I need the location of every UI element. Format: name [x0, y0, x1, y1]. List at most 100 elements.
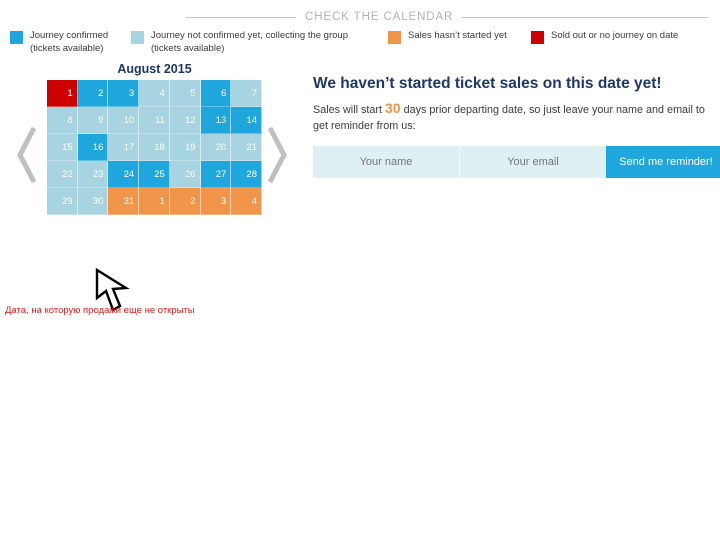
calendar-day-number: 11 — [154, 114, 165, 126]
header-rule-right — [462, 16, 708, 18]
legend-item-sold-out: Sold out or no journey on date — [531, 30, 678, 44]
reminder-panel: We haven’t started ticket sales on this … — [313, 74, 720, 178]
calendar-day-number: 2 — [190, 195, 196, 207]
calendar-day-cell[interactable]: 27 — [200, 161, 232, 188]
calendar-day-cell[interactable]: 18 — [139, 134, 170, 161]
legend-label-confirmed: Journey confirmed (tickets available) — [30, 30, 109, 54]
calendar-day-cell[interactable]: 16 — [77, 134, 109, 161]
calendar-day-cell[interactable]: 4 — [139, 80, 170, 107]
calendar-day-cell[interactable]: 25 — [139, 161, 170, 188]
panel-days-number: 30 — [385, 100, 401, 116]
legend-swatch-not-confirmed — [131, 31, 144, 44]
calendar-day-number: 7 — [251, 87, 257, 99]
legend: Journey confirmed (tickets available) Jo… — [0, 28, 720, 56]
legend-swatch-sales-not-started — [388, 31, 401, 44]
send-reminder-button[interactable]: Send me reminder! — [606, 146, 720, 178]
calendar-day-cell[interactable]: 26 — [169, 161, 201, 188]
calendar-month-title: August 2015 — [117, 62, 192, 76]
calendar-day-cell[interactable]: 14 — [231, 107, 262, 134]
calendar-day-cell[interactable]: 24 — [108, 161, 140, 188]
calendar-day-number: 31 — [123, 195, 135, 207]
reminder-form: Send me reminder! — [313, 146, 720, 178]
legend-item-confirmed: Journey confirmed (tickets available) — [10, 30, 108, 55]
legend-label-not-confirmed: Journey not confirmed yet, collecting th… — [151, 30, 348, 54]
calendar-day-number: 25 — [154, 168, 165, 180]
calendar-day-number: 28 — [246, 168, 257, 180]
calendar-day-cell[interactable]: 22 — [47, 161, 78, 188]
calendar-day-number: 14 — [246, 114, 257, 126]
calendar-day-cell[interactable]: 23 — [77, 161, 109, 188]
calendar-day-number: 18 — [154, 141, 165, 153]
legend-item-sales-not-started: Sales hasn’t started yet — [388, 30, 507, 44]
calendar-day-number: 26 — [184, 168, 196, 180]
header-rule-left — [185, 16, 296, 18]
calendar-day-cell[interactable]: 10 — [108, 107, 140, 134]
calendar-grid[interactable]: 1 2 3 4 5 6 7 8 9 10 11 12 13 14 15 16 17 18 19 20 21 22 23 24 2… — [47, 80, 262, 215]
name-input[interactable] — [313, 146, 460, 178]
calendar-day-cell[interactable]: 31 — [108, 188, 140, 215]
calendar-day-cell[interactable]: 11 — [139, 107, 170, 134]
calendar-day-number: 3 — [128, 87, 135, 99]
calendar-day-cell[interactable]: 2 — [77, 80, 109, 107]
calendar-day-cell[interactable]: 13 — [200, 107, 232, 134]
calendar-day-number: 16 — [92, 141, 104, 153]
calendar-day-number: 3 — [220, 195, 227, 207]
email-input[interactable] — [460, 146, 606, 178]
calendar-day-cell[interactable]: 29 — [47, 188, 78, 215]
calendar-day-cell[interactable]: 3 — [200, 188, 232, 215]
panel-subtext: Sales will start 30 days prior departing… — [313, 100, 709, 134]
calendar-day-cell[interactable]: 20 — [200, 134, 232, 161]
legend-swatch-sold-out — [531, 31, 544, 44]
calendar-day-cell[interactable]: 1 — [47, 80, 78, 107]
legend-label-sales-not-started: Sales hasn’t started yet — [408, 30, 507, 41]
calendar-day-number: 24 — [123, 168, 135, 180]
calendar-day-cell[interactable]: 15 — [47, 134, 78, 161]
calendar-day-cell[interactable]: 12 — [169, 107, 201, 134]
calendar-day-number: 30 — [92, 195, 104, 207]
calendar-day-number: 21 — [246, 141, 257, 153]
calendar-day-number: 19 — [184, 141, 196, 153]
calendar-day-cell[interactable]: 21 — [231, 134, 262, 161]
calendar-day-number: 4 — [251, 195, 257, 207]
calendar-day-cell[interactable]: 3 — [108, 80, 140, 107]
calendar-day-cell[interactable]: 9 — [77, 107, 109, 134]
calendar-day-cell[interactable]: 1 — [139, 188, 170, 215]
calendar-day-number: 29 — [62, 195, 73, 207]
panel-heading: We haven’t started ticket sales on this … — [313, 75, 662, 92]
calendar-day-number: 1 — [159, 195, 165, 207]
chevron-right-icon[interactable] — [262, 124, 292, 186]
calendar-day-number: 17 — [123, 141, 135, 153]
chevron-left-icon[interactable] — [12, 124, 42, 186]
legend-swatch-confirmed — [10, 31, 23, 44]
calendar: August 2015 1 2 3 4 5 6 7 8 9 10 11 12 13 14 15 16 17 18 1… — [0, 62, 310, 316]
calendar-day-cell[interactable]: 6 — [200, 80, 232, 107]
calendar-day-number: 5 — [190, 87, 196, 99]
calendar-day-cell[interactable]: 4 — [231, 188, 262, 215]
calendar-day-cell[interactable]: 30 — [77, 188, 109, 215]
calendar-day-number: 23 — [92, 168, 104, 180]
calendar-day-cell[interactable]: 7 — [231, 80, 262, 107]
calendar-day-number: 4 — [159, 87, 165, 99]
calendar-day-number: 6 — [220, 87, 227, 99]
calendar-day-number: 1 — [67, 87, 73, 99]
calendar-day-number: 22 — [62, 168, 73, 180]
calendar-day-number: 12 — [184, 114, 196, 126]
calendar-day-number: 15 — [62, 141, 73, 153]
section-header: CHECK THE CALENDAR — [0, 8, 720, 26]
calendar-day-cell[interactable]: 2 — [169, 188, 201, 215]
legend-label-sold-out: Sold out or no journey on date — [551, 30, 679, 41]
calendar-day-cell[interactable]: 17 — [108, 134, 140, 161]
panel-subtext-before: Sales will start — [313, 104, 385, 116]
calendar-day-number: 13 — [215, 114, 227, 126]
calendar-day-cell[interactable]: 5 — [169, 80, 201, 107]
calendar-day-number: 10 — [123, 114, 135, 126]
calendar-day-cell[interactable]: 28 — [231, 161, 262, 188]
calendar-note: Дата, на которую продажи еще не открыты — [5, 305, 195, 316]
calendar-day-number: 8 — [67, 114, 73, 126]
calendar-day-number: 2 — [98, 87, 104, 99]
calendar-day-cell[interactable]: 19 — [169, 134, 201, 161]
calendar-day-number: 20 — [215, 141, 227, 153]
calendar-day-number: 27 — [215, 168, 227, 180]
calendar-day-number: 9 — [98, 114, 104, 126]
calendar-day-cell[interactable]: 8 — [47, 107, 78, 134]
